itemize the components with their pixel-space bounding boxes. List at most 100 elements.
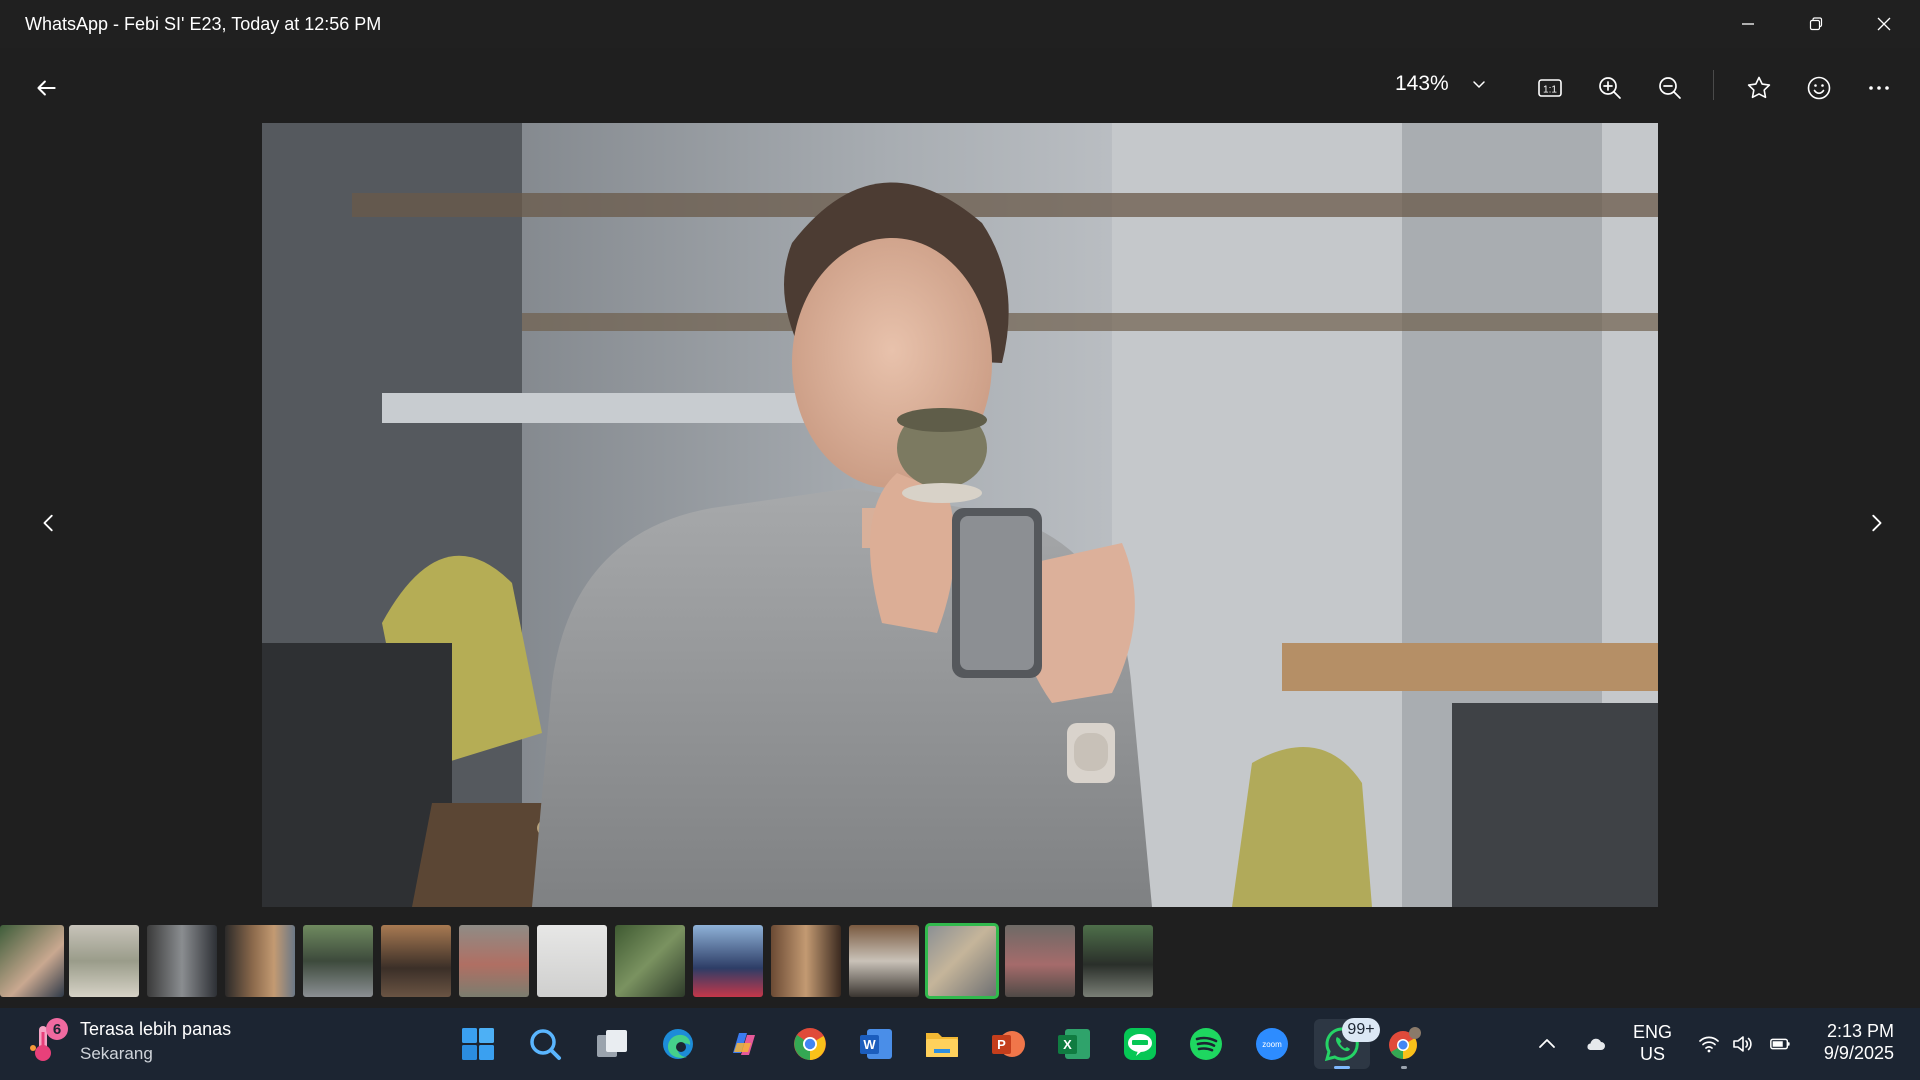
thumbnail-14[interactable] (1005, 925, 1075, 997)
chrome-app[interactable] (786, 1019, 834, 1069)
more-options-button[interactable] (1859, 68, 1899, 108)
keyboard-region: US (1640, 1044, 1666, 1064)
thumbnail-8[interactable] (537, 925, 607, 997)
restore-icon (1809, 17, 1823, 31)
chevron-up-icon (1539, 1039, 1555, 1048)
arrow-left-icon (37, 80, 56, 96)
thumbnail-13-selected[interactable] (925, 923, 999, 999)
volume-button[interactable] (1729, 1018, 1755, 1070)
active-app-indicator (1334, 1066, 1350, 1069)
file-explorer-app[interactable] (918, 1019, 966, 1069)
zoom-in-icon (1599, 77, 1621, 99)
chevron-left-icon (43, 514, 53, 532)
excel-icon: X (1058, 1029, 1090, 1059)
whatsapp-app[interactable]: 99+ (1314, 1018, 1380, 1069)
show-hidden-icons-button[interactable] (1534, 1018, 1560, 1070)
thumbnail-4[interactable] (225, 925, 295, 997)
clock-date: 9/9/2025 (1823, 1043, 1894, 1063)
language-code: ENG (1633, 1022, 1673, 1042)
star-icon (1747, 76, 1771, 99)
powerpoint-app[interactable]: P (984, 1019, 1032, 1069)
actual-size-button[interactable]: 1:1 (1530, 68, 1570, 108)
search-button[interactable] (521, 1019, 569, 1069)
thumbnail-11[interactable] (771, 925, 841, 997)
folder-icon (926, 1033, 958, 1057)
powerpoint-icon: P (992, 1031, 1025, 1057)
weather-widget[interactable]: 6 Terasa lebih panas Sekarang (28, 1018, 231, 1064)
copilot-icon (733, 1033, 755, 1055)
system-clock[interactable]: 2:13 PM 9/9/2025 (1812, 1020, 1894, 1064)
title-bar: WhatsApp - Febi SI' E23, Today at 12:56 … (0, 0, 1920, 48)
edge-app[interactable] (654, 1019, 702, 1069)
chevron-down-icon (1472, 81, 1485, 89)
weather-subtitle: Sekarang (80, 1043, 153, 1063)
next-image-button[interactable] (1856, 493, 1896, 553)
chrome-profile-app[interactable] (1380, 1019, 1428, 1069)
thumbnail-15[interactable] (1083, 925, 1153, 997)
zoom-out-button[interactable] (1650, 68, 1690, 108)
whatsapp-notification-badge: 99+ (1342, 1018, 1380, 1042)
thumbnail-1[interactable] (0, 925, 64, 997)
clock-time: 2:13 PM (1826, 1021, 1894, 1041)
spotify-icon (1190, 1028, 1222, 1060)
photo-woman-drinking-coffee (262, 123, 1658, 907)
language-indicator[interactable]: ENG US (1633, 1021, 1672, 1065)
previous-image-button[interactable] (29, 493, 69, 553)
zoom-app[interactable]: zoom (1248, 1019, 1296, 1069)
start-button[interactable] (454, 1019, 502, 1069)
minimize-button[interactable] (1714, 0, 1782, 48)
thumbnail-12[interactable] (849, 925, 919, 997)
excel-app[interactable]: X (1050, 1019, 1098, 1069)
thumbnail-10[interactable] (693, 925, 763, 997)
main-photo (262, 123, 1658, 907)
close-icon (1877, 17, 1891, 31)
word-app[interactable]: W (852, 1019, 900, 1069)
close-button[interactable] (1850, 0, 1918, 48)
toolbar-divider (1713, 70, 1714, 100)
thumbnail-6[interactable] (381, 925, 451, 997)
thumbnail-2[interactable] (69, 925, 139, 997)
back-button[interactable] (26, 68, 66, 108)
toolbar (0, 48, 1920, 120)
running-app-indicator (1401, 1066, 1407, 1069)
search-icon (530, 1029, 561, 1060)
onedrive-button[interactable] (1580, 1018, 1610, 1070)
weather-title: Terasa lebih panas (80, 1018, 232, 1039)
zoom-in-button[interactable] (1590, 68, 1630, 108)
wifi-icon (1699, 1036, 1719, 1053)
minimize-icon (1742, 23, 1754, 25)
speaker-icon (1733, 1036, 1752, 1052)
window-title: WhatsApp - Febi SI' E23, Today at 12:56 … (25, 14, 382, 34)
word-letter: W (863, 1037, 876, 1052)
line-icon (1124, 1028, 1156, 1060)
chrome-profile-icon (1389, 1027, 1421, 1059)
excel-letter: X (1063, 1037, 1072, 1052)
battery-icon (1770, 1038, 1790, 1050)
thumbnail-3[interactable] (147, 925, 217, 997)
thumbnail-7[interactable] (459, 925, 529, 997)
powerpoint-letter: P (997, 1037, 1006, 1052)
weather-badge: 6 (46, 1018, 68, 1040)
zoom-icon: zoom (1256, 1028, 1288, 1060)
line-app[interactable] (1116, 1019, 1164, 1069)
thumbnail-5[interactable] (303, 925, 373, 997)
more-icon (1869, 86, 1889, 90)
zoom-dropdown[interactable]: 143% (1395, 68, 1487, 100)
task-view-button[interactable] (588, 1019, 636, 1069)
emoji-icon (1807, 76, 1831, 100)
react-button[interactable] (1799, 68, 1839, 108)
actual-size-icon: 1:1 (1538, 79, 1562, 97)
battery-button[interactable] (1766, 1018, 1794, 1070)
windows-logo-icon (462, 1028, 494, 1060)
thumbnail-9[interactable] (615, 925, 685, 997)
zoom-value: 143% (1395, 72, 1449, 95)
spotify-app[interactable] (1182, 1019, 1230, 1069)
wifi-button[interactable] (1696, 1018, 1722, 1070)
thermometer-icon: 6 (28, 1018, 68, 1064)
zoom-app-label: zoom (1262, 1040, 1282, 1049)
word-icon: W (860, 1029, 892, 1059)
restore-button[interactable] (1782, 0, 1850, 48)
favorite-button[interactable] (1739, 68, 1779, 108)
copilot-app[interactable] (720, 1019, 768, 1069)
actual-size-label: 1:1 (1543, 85, 1557, 96)
